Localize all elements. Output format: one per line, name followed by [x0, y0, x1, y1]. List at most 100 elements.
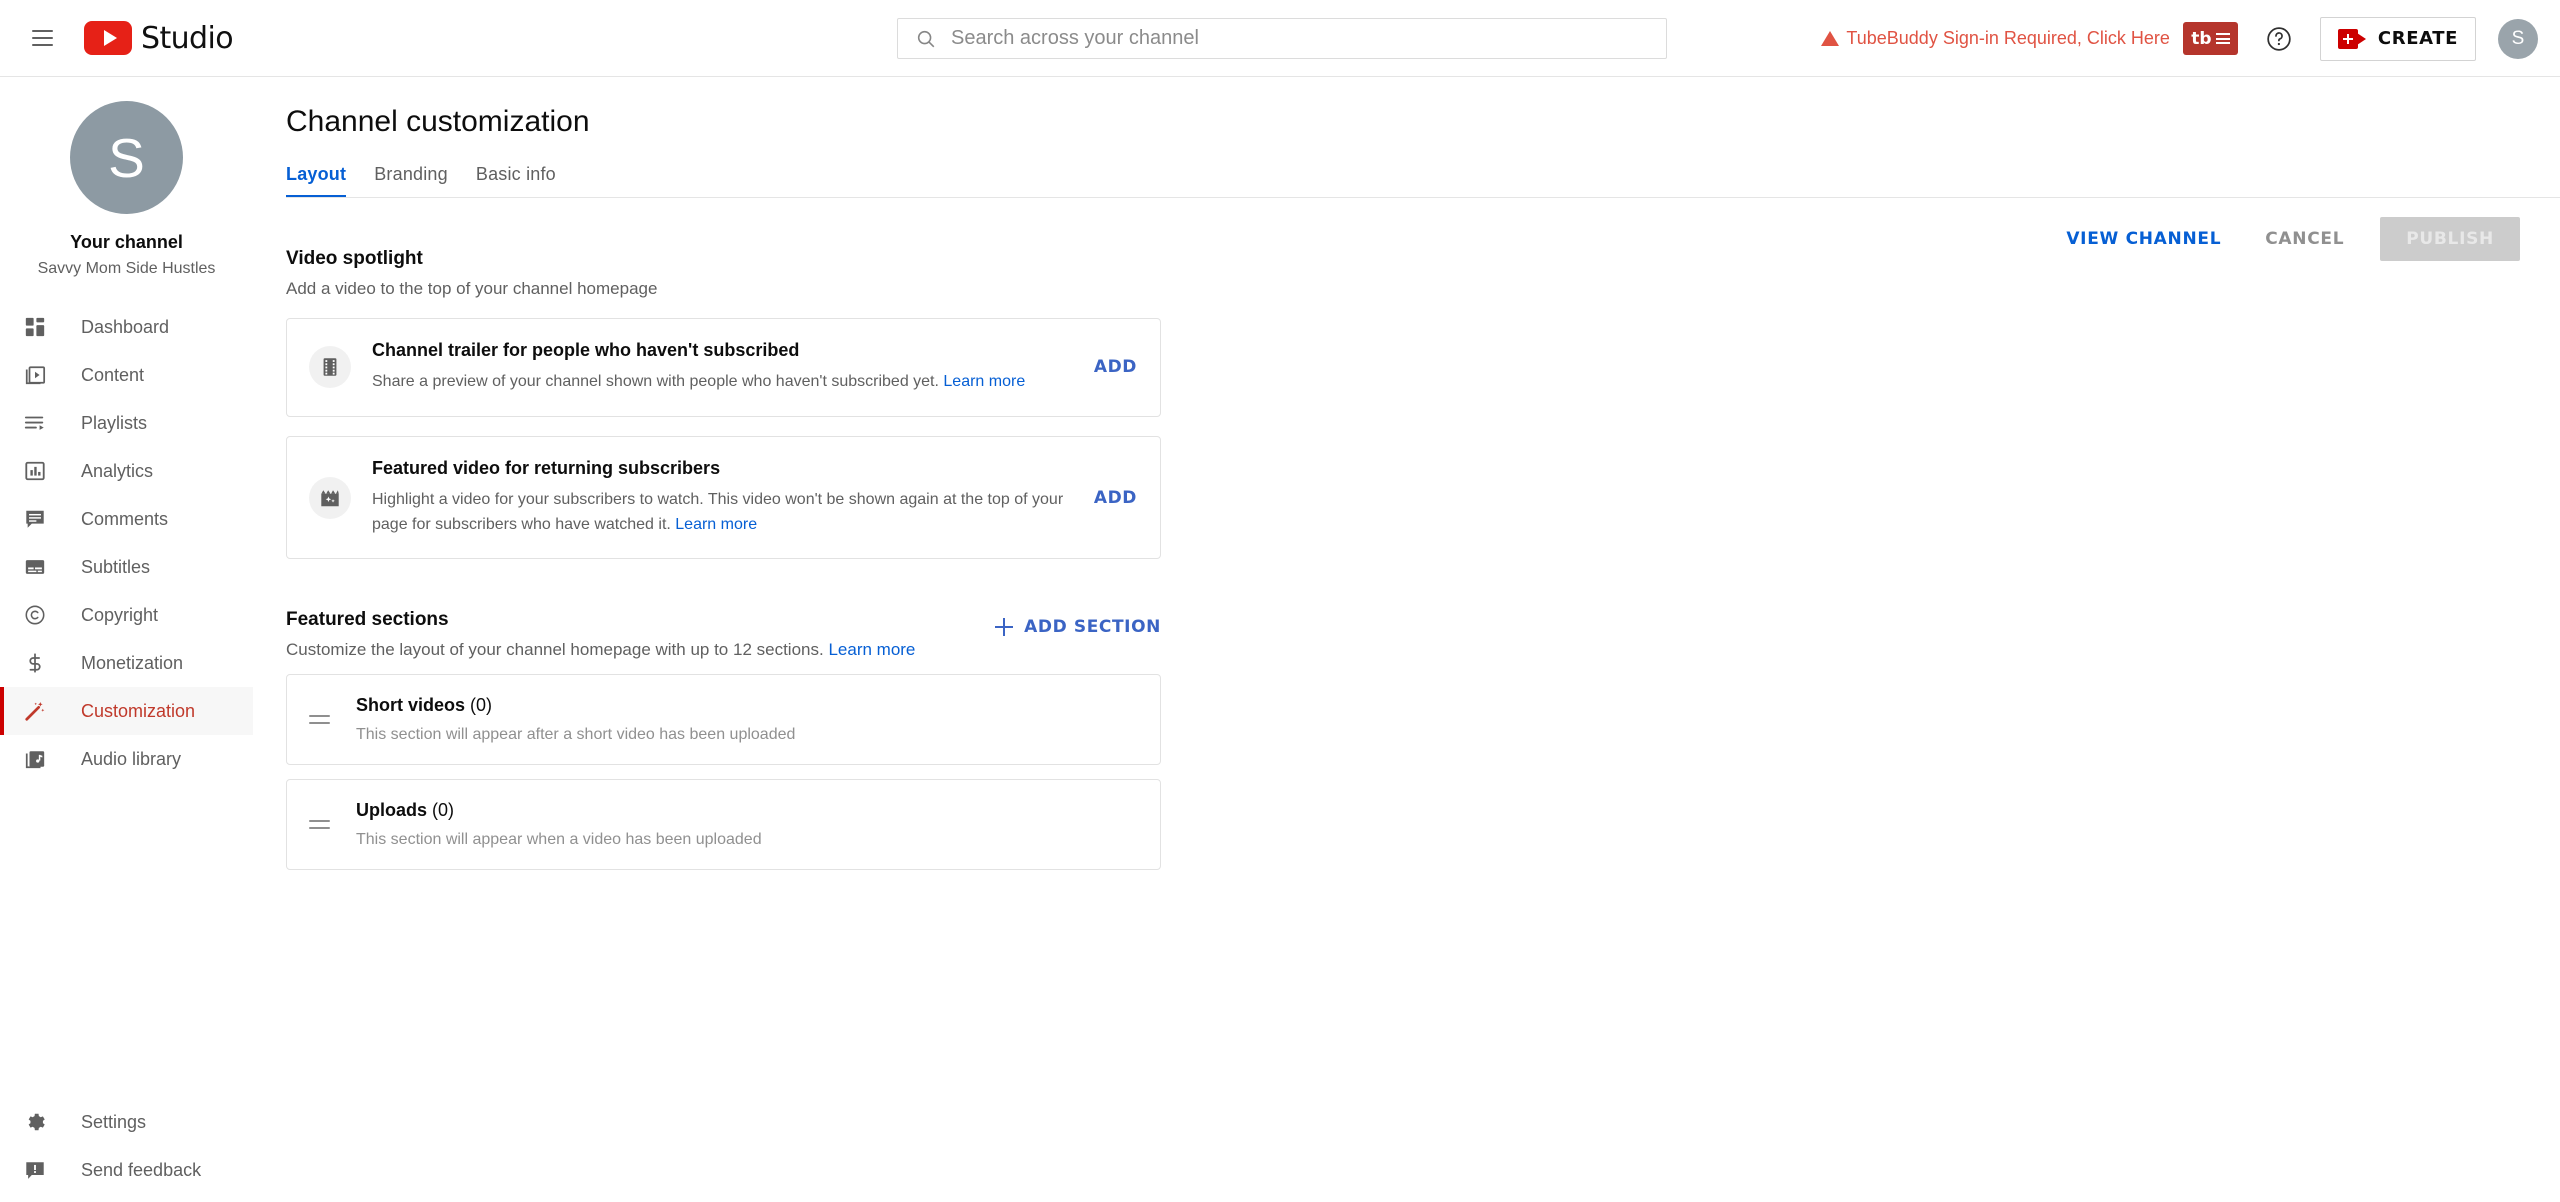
card-body: Channel trailer for people who haven't s… [372, 340, 1138, 395]
film-strip-icon [309, 346, 351, 389]
tab-layout[interactable]: Layout [286, 164, 360, 198]
drag-handle-icon[interactable] [309, 820, 335, 830]
sidebar-nav: Dashboard Content Playlists Analytics Co… [0, 303, 253, 783]
sidebar-item-label: Copyright [81, 604, 159, 625]
top-bar: Studio TubeBuddy Sign-in Required, Click… [0, 0, 2560, 77]
sidebar-item-settings[interactable]: Settings [0, 1098, 253, 1146]
view-channel-button[interactable]: VIEW CHANNEL [2050, 217, 2237, 261]
hamburger-icon[interactable] [22, 18, 62, 58]
sidebar-item-label: Send feedback [81, 1159, 202, 1180]
page-title: Channel customization [286, 105, 590, 138]
dollar-sign-icon [22, 650, 48, 676]
create-button[interactable]: CREATE [2319, 16, 2476, 61]
sidebar-item-content[interactable]: Content [0, 351, 253, 399]
tubebuddy-menu-button[interactable]: tb [2182, 22, 2238, 55]
sidebar-item-copyright[interactable]: Copyright [0, 591, 253, 639]
search-container [897, 18, 1667, 59]
featured-sections-title: Featured sections [286, 609, 449, 631]
learn-more-link[interactable]: Learn more [943, 373, 1025, 390]
feedback-icon [22, 1157, 48, 1183]
drag-handle-icon[interactable] [309, 715, 335, 725]
sidebar-item-dashboard[interactable]: Dashboard [0, 303, 253, 351]
search-input[interactable] [951, 27, 1666, 50]
featured-sections-header: Featured sections Customize the layout o… [286, 609, 1161, 660]
sidebar-item-label: Customization [81, 700, 196, 721]
section-row-body: Uploads (0) This section will appear whe… [356, 800, 762, 849]
card-body: Featured video for returning subscribers… [372, 458, 1138, 538]
tab-basic-info[interactable]: Basic info [462, 164, 570, 198]
featured-sections-description: Customize the layout of your channel hom… [286, 640, 915, 660]
learn-more-link[interactable]: Learn more [828, 640, 915, 659]
tubebuddy-signin-alert[interactable]: TubeBuddy Sign-in Required, Click Here [1821, 28, 2170, 49]
learn-more-link[interactable]: Learn more [675, 516, 757, 533]
copyright-icon [22, 602, 48, 628]
top-right-actions: TubeBuddy Sign-in Required, Click Here t… [1821, 0, 2538, 77]
sidebar-item-label: Subtitles [81, 556, 151, 577]
layout-content: Video spotlight Add a video to the top o… [286, 248, 2560, 871]
video-camera-plus-icon [2337, 28, 2366, 49]
sidebar-bottom-nav: Settings Send feedback [0, 1098, 253, 1194]
tab-bar: Layout Branding Basic info [286, 164, 2560, 198]
add-section-button[interactable]: ADD SECTION [995, 617, 1161, 637]
search-box[interactable] [897, 18, 1667, 59]
section-row-body: Short videos (0) This section will appea… [356, 695, 795, 744]
sidebar-item-audio-library[interactable]: Audio library [0, 735, 253, 783]
sidebar-item-label: Dashboard [81, 316, 170, 337]
avatar[interactable]: S [2498, 18, 2538, 59]
tubebuddy-alert-label: TubeBuddy Sign-in Required, Click Here [1846, 28, 2170, 48]
sidebar-item-label: Comments [81, 508, 169, 529]
sidebar-item-label: Audio library [81, 748, 182, 769]
sidebar: S Your channel Savvy Mom Side Hustles Da… [0, 77, 253, 1202]
youtube-logo-icon [84, 21, 132, 55]
dashboard-icon [22, 314, 48, 340]
sidebar-item-customization[interactable]: Customization [0, 687, 253, 735]
studio-brand-link[interactable]: Studio [84, 20, 234, 56]
section-row-name: Uploads [356, 800, 428, 821]
playlists-icon [22, 410, 48, 436]
add-trailer-button[interactable]: ADD [1094, 357, 1137, 377]
card-title: Channel trailer for people who haven't s… [372, 340, 800, 360]
sidebar-item-subtitles[interactable]: Subtitles [0, 543, 253, 591]
sidebar-item-label: Analytics [81, 460, 154, 481]
featured-sections-description-text: Customize the layout of your channel hom… [286, 640, 824, 660]
channel-block: S Your channel Savvy Mom Side Hustles [0, 77, 253, 278]
comments-bubble-icon [22, 506, 48, 532]
card-title: Featured video for returning subscribers [372, 457, 721, 478]
sidebar-item-label: Playlists [81, 412, 148, 433]
cancel-button[interactable]: CANCEL [2249, 217, 2360, 261]
search-icon [917, 30, 935, 47]
section-row-name: Short videos [356, 695, 466, 716]
magic-wand-icon [22, 698, 48, 724]
section-row-title: Short videos (0) [356, 695, 795, 716]
warning-triangle-icon [1821, 31, 1840, 46]
tubebuddy-logo-label: tb [2191, 28, 2212, 49]
sidebar-item-analytics[interactable]: Analytics [0, 447, 253, 495]
tubebuddy-menu-icon [2215, 33, 2230, 44]
featured-video-card: Featured video for returning subscribers… [286, 435, 1161, 560]
tab-divider [286, 197, 2560, 198]
add-section-label: ADD SECTION [1024, 617, 1161, 638]
section-row-description: This section will appear after a short v… [356, 726, 796, 744]
featured-sections-text: Featured sections Customize the layout o… [286, 609, 915, 660]
tab-branding[interactable]: Branding [360, 164, 462, 198]
publish-button[interactable]: PUBLISH [2380, 217, 2520, 261]
sidebar-item-comments[interactable]: Comments [0, 495, 253, 543]
brand-label: Studio [141, 20, 234, 56]
channel-avatar[interactable]: S [70, 101, 183, 214]
plus-icon [995, 618, 1014, 637]
section-row-uploads[interactable]: Uploads (0) This section will appear whe… [286, 779, 1161, 871]
create-button-label: CREATE [2377, 28, 2458, 49]
your-channel-label: Your channel [70, 232, 183, 252]
audio-library-icon [22, 746, 48, 772]
help-circle-icon[interactable] [2266, 26, 2292, 52]
sidebar-item-playlists[interactable]: Playlists [0, 399, 253, 447]
section-row-short-videos[interactable]: Short videos (0) This section will appea… [286, 674, 1161, 766]
sidebar-item-send-feedback[interactable]: Send feedback [0, 1146, 253, 1194]
add-featured-video-button[interactable]: ADD [1094, 488, 1137, 508]
sidebar-item-monetization[interactable]: Monetization [0, 639, 253, 687]
sidebar-item-label: Content [81, 364, 145, 385]
sidebar-item-label: Settings [81, 1111, 147, 1132]
main-content: Channel customization Layout Branding Ba… [253, 77, 2560, 1202]
section-row-title: Uploads (0) [356, 800, 762, 821]
gear-icon [22, 1109, 48, 1135]
